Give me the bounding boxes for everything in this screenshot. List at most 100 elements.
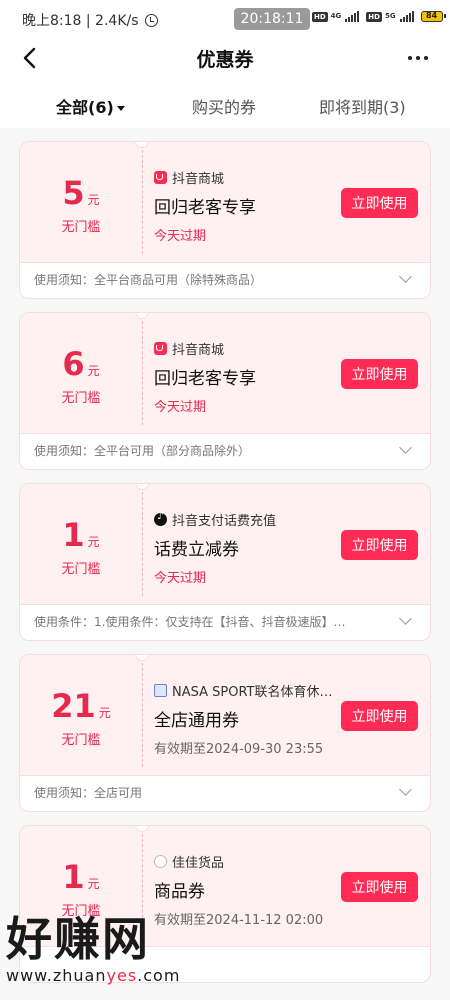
coupon-info: 抖音支付话费充值 话费立减券 今天过期 [154, 510, 334, 586]
douyin-mall-icon [154, 171, 167, 184]
coupon-notes: 使用须知：全平台可用（部分商品除外） [34, 444, 251, 458]
use-now-button[interactable]: 立即使用 [341, 530, 418, 560]
coupon-expiry: 今天过期 [154, 229, 207, 244]
coupon-name: 回归老客专享 [154, 369, 256, 389]
coupon-threshold: 无门槛 [61, 220, 101, 235]
watermark-logo-text: 好赚网 [6, 912, 150, 966]
coupon-body: 6元 无门槛 抖音商城 回归老客专享 今天过期 立即使用 [20, 313, 430, 434]
amount-unit: 元 [87, 193, 100, 207]
coupon-shop: 抖音商城 [154, 339, 334, 358]
alarm-icon [144, 13, 158, 27]
coupon-name: 回归老客专享 [154, 198, 256, 218]
coupon-card: 21 元 无门槛 NASA SPORT联名体育休… 全店通用券 有效期至2024-… [19, 654, 431, 812]
shop-name: 抖音商城 [172, 343, 225, 358]
coupon-notes: 使用须知：全平台商品可用（除特殊商品） [34, 273, 263, 287]
tab-bar: 全部(6) 购买的券 即将到期(3) [0, 84, 450, 128]
expand-chevron-icon[interactable] [399, 612, 412, 625]
expand-chevron-icon[interactable] [399, 783, 412, 796]
expand-chevron-icon[interactable] [399, 441, 412, 454]
jiajia-shop-icon [154, 855, 167, 868]
coupon-shop: 抖音商城 [154, 168, 334, 187]
shop-name: 抖音商城 [172, 172, 225, 187]
watermark-url: www.zhuanyes.com [6, 966, 206, 985]
site-watermark: 好赚网 www.zhuanyes.com [6, 914, 206, 994]
network-type-label: 4G [330, 12, 342, 20]
coupon-amount-area: 6元 无门槛 [20, 313, 142, 433]
coupon-card: 1元 无门槛 抖音支付话费充值 话费立减券 今天过期 立即使用 使用条件：1.使… [19, 483, 431, 641]
coupon-name: 话费立减券 [154, 540, 239, 560]
hd-badge: HD [312, 11, 328, 22]
tab-expiring-soon[interactable]: 即将到期(3) [319, 94, 406, 118]
nasa-sport-icon [154, 684, 167, 697]
nav-bar: 优惠券 [0, 36, 450, 84]
use-now-button[interactable]: 立即使用 [341, 188, 418, 218]
amount-unit: 元 [98, 706, 111, 720]
shop-name: NASA SPORT联名体育休… [172, 685, 333, 700]
coupon-name: 商品券 [154, 882, 205, 902]
tab-purchased[interactable]: 购买的券 [192, 94, 256, 118]
amount-value: 1 [62, 858, 85, 896]
signal-icon [345, 11, 360, 22]
status-right: HD 4G HD 5G 84 [312, 11, 446, 22]
coupon-card: 6元 无门槛 抖音商城 回归老客专享 今天过期 立即使用 使用须知：全平台可用（… [19, 312, 431, 470]
amount-value: 5 [62, 174, 85, 212]
tab-all[interactable]: 全部(6) [56, 94, 125, 118]
use-now-button[interactable]: 立即使用 [341, 359, 418, 389]
coupon-body: 21 元 无门槛 NASA SPORT联名体育休… 全店通用券 有效期至2024-… [20, 655, 430, 776]
amount-value: 21 [51, 687, 96, 725]
use-now-button[interactable]: 立即使用 [341, 701, 418, 731]
coupon-card: 5元 无门槛 抖音商城 回归老客专享 今天过期 立即使用 使用须知：全平台商品可… [19, 141, 431, 299]
coupon-threshold: 无门槛 [61, 391, 101, 406]
coupon-divider [142, 321, 143, 425]
coupon-divider [142, 150, 143, 254]
coupon-notes: 使用须知：全店可用 [34, 786, 143, 800]
coupon-amount: 1元 [20, 858, 142, 896]
coupon-body: 1元 无门槛 抖音支付话费充值 话费立减券 今天过期 立即使用 [20, 484, 430, 605]
tab-label: 全部(6) [56, 98, 114, 117]
hd-badge: HD [366, 11, 382, 22]
expand-chevron-icon[interactable] [399, 270, 412, 283]
caret-down-icon [116, 106, 125, 111]
battery-icon: 84 [420, 11, 446, 22]
coupon-threshold: 无门槛 [61, 562, 101, 577]
coupon-threshold: 无门槛 [61, 733, 101, 748]
tiktok-icon [154, 511, 167, 526]
use-now-button[interactable]: 立即使用 [341, 872, 418, 902]
coupon-expiry: 今天过期 [154, 571, 207, 586]
coupon-divider [142, 492, 143, 596]
coupon-amount: 5元 [20, 174, 142, 212]
amount-value: 6 [62, 345, 85, 383]
status-left: 晚上8:18 | 2.4K/s [22, 10, 158, 30]
coupon-amount: 6元 [20, 345, 142, 383]
status-time-speed: 晚上8:18 | 2.4K/s [22, 13, 139, 29]
watermark-url-part: yes [106, 966, 138, 985]
coupon-amount-area: 21 元 无门槛 [20, 655, 142, 775]
coupon-amount: 1元 [20, 516, 142, 554]
shop-name: 佳佳货品 [172, 856, 225, 871]
coupon-shop: 抖音支付话费充值 [154, 510, 334, 529]
coupon-body: 5元 无门槛 抖音商城 回归老客专享 今天过期 立即使用 [20, 142, 430, 263]
status-time-pill: 20:18:11 [234, 8, 310, 30]
page-title: 优惠券 [196, 49, 254, 71]
signal-icon [399, 11, 414, 22]
amount-unit: 元 [87, 877, 100, 891]
coupon-expiry: 有效期至2024-09-30 23:55 [154, 742, 324, 757]
coupon-notes: 使用条件：1.使用条件：仅支持在【抖音、抖音极速版】… [34, 615, 346, 629]
status-bar: 晚上8:18 | 2.4K/s 20:18:11 HD 4G HD 5G 84 [0, 0, 450, 36]
coupon-shop: 佳佳货品 [154, 852, 334, 871]
more-dots-icon[interactable] [408, 56, 428, 60]
network-type-label: 5G [384, 12, 396, 20]
coupon-divider [142, 663, 143, 767]
coupon-shop: NASA SPORT联名体育休… [154, 681, 334, 700]
amount-unit: 元 [87, 535, 100, 549]
watermark-url-part: .com [137, 966, 181, 985]
douyin-mall-icon [154, 342, 167, 355]
coupon-info: 抖音商城 回归老客专享 今天过期 [154, 168, 334, 244]
watermark-url-part: www.zhuan [6, 966, 107, 985]
coupon-info: NASA SPORT联名体育休… 全店通用券 有效期至2024-09-30 23… [154, 681, 334, 757]
amount-unit: 元 [87, 364, 100, 378]
coupon-amount-area: 1元 无门槛 [20, 484, 142, 604]
coupon-name: 全店通用券 [154, 711, 239, 731]
coupon-amount: 21 元 [20, 687, 142, 725]
coupon-expiry: 今天过期 [154, 400, 207, 415]
